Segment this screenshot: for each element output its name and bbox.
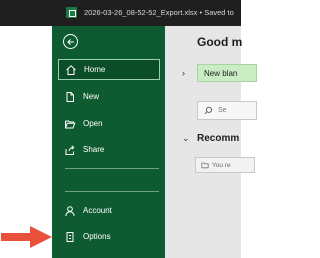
nav-options-label: Options xyxy=(83,232,111,241)
search-placeholder: Se xyxy=(218,107,227,114)
window-title: 2026-03-26_08-52-52_Export.xlsx • Saved … xyxy=(84,8,234,17)
backstage-nav-panel: Home New Open Share Account Options xyxy=(52,26,165,258)
folder-open-icon xyxy=(63,117,77,131)
recommended-card[interactable]: You re xyxy=(195,157,255,173)
nav-account[interactable]: Account xyxy=(58,200,160,221)
options-icon xyxy=(63,230,77,244)
new-file-icon xyxy=(63,90,77,104)
search-input[interactable]: Se xyxy=(197,101,257,120)
nav-open[interactable]: Open xyxy=(58,113,160,134)
nav-share[interactable]: Share xyxy=(58,139,160,160)
nav-home-label: Home xyxy=(84,65,106,74)
nav-new-label: New xyxy=(83,92,100,101)
nav-account-label: Account xyxy=(83,206,112,215)
title-bar: 2026-03-26_08-52-52_Export.xlsx • Saved … xyxy=(0,0,241,26)
recommended-card-text: You re xyxy=(212,161,231,169)
new-blank-label: New blan xyxy=(204,68,238,78)
search-icon xyxy=(204,106,213,115)
nav-share-label: Share xyxy=(83,145,105,154)
chevron-right-icon[interactable]: › xyxy=(182,68,185,78)
nav-new[interactable]: New xyxy=(58,86,160,107)
new-blank-workbook-button[interactable]: New blan xyxy=(197,64,257,82)
person-icon xyxy=(63,204,77,218)
nav-home[interactable]: Home xyxy=(58,59,160,80)
home-icon xyxy=(64,63,78,77)
nav-open-label: Open xyxy=(83,119,103,128)
nav-divider xyxy=(65,191,159,192)
back-arrow-icon[interactable] xyxy=(63,34,78,49)
share-icon xyxy=(63,143,77,157)
nav-options[interactable]: Options xyxy=(58,226,160,247)
chevron-down-icon[interactable]: ⌄ xyxy=(182,133,190,144)
greeting-heading: Good m xyxy=(197,35,243,49)
nav-divider xyxy=(65,168,159,169)
folder-icon xyxy=(201,162,209,169)
recommended-heading: Recomm xyxy=(197,133,240,144)
excel-app-icon xyxy=(66,7,77,18)
pointer-arrow-icon xyxy=(1,226,52,248)
